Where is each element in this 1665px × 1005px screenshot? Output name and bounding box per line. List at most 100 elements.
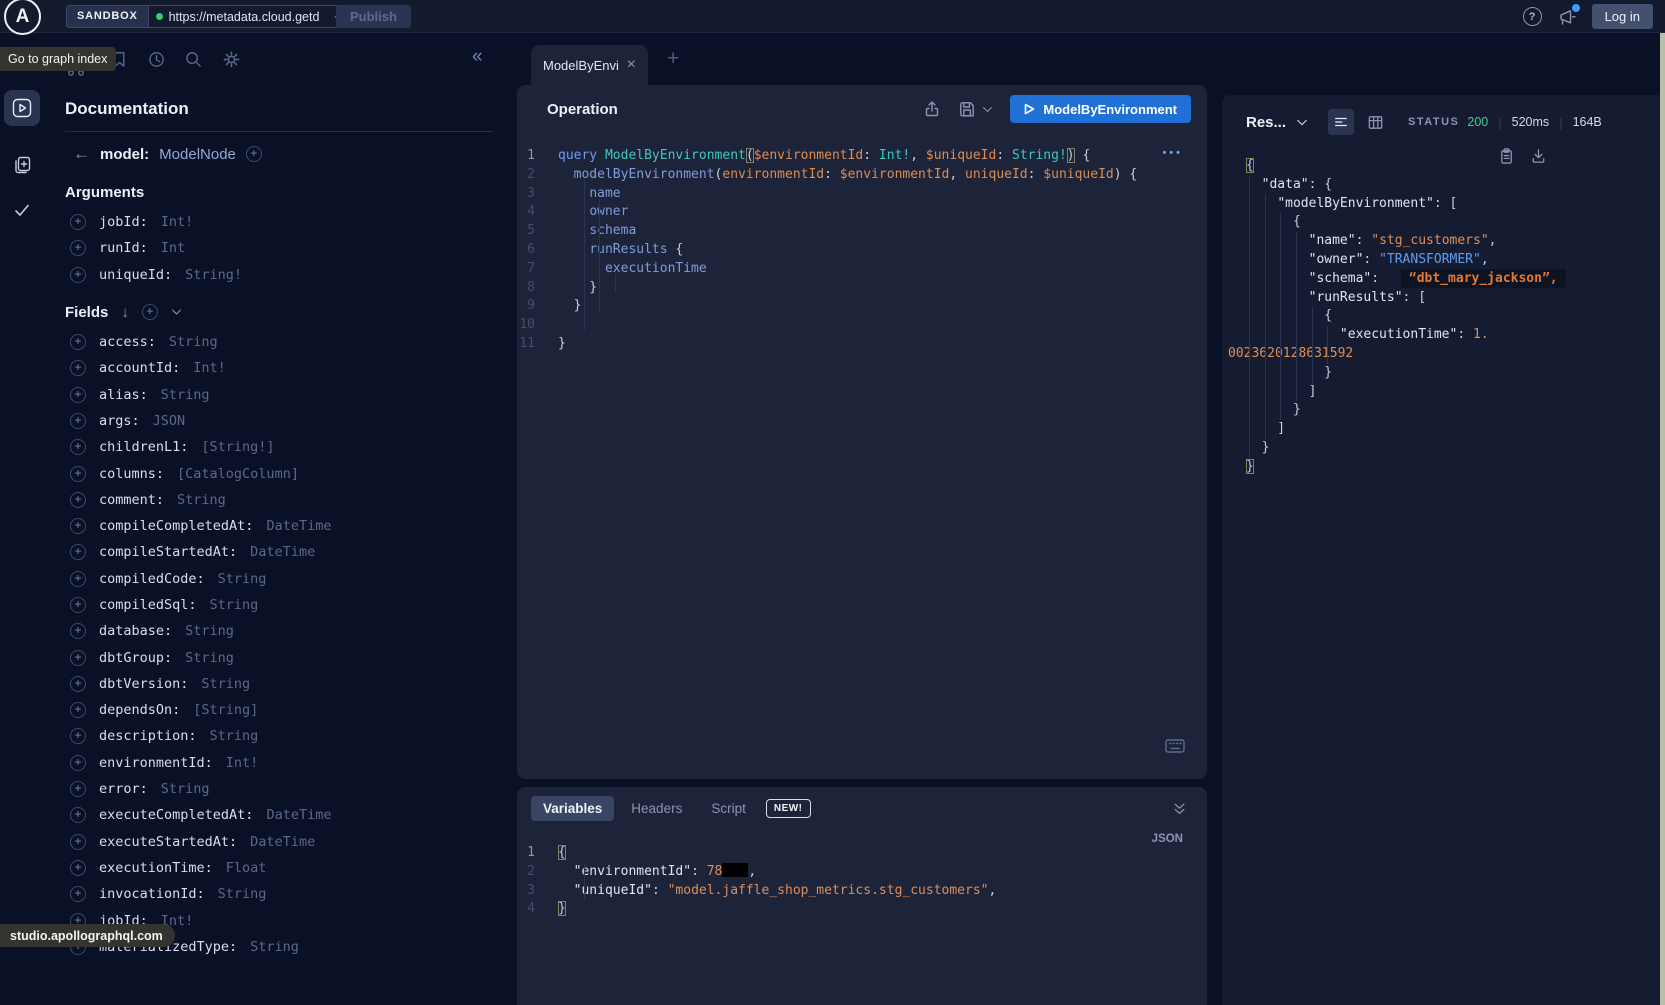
endpoint-url-input[interactable]: https://metadata.cloud.getd (149, 6, 362, 27)
code-line[interactable]: "modelByEnvironment": [ (1228, 195, 1655, 214)
code-line[interactable]: 0023620128631592 (1228, 345, 1655, 364)
add-field-icon[interactable]: + (70, 650, 86, 666)
add-field-icon[interactable]: + (70, 597, 86, 613)
field-name[interactable]: accountId: (99, 360, 180, 376)
code-line[interactable]: 8 } (517, 279, 1207, 298)
field-type[interactable]: String (185, 650, 234, 666)
add-field-icon[interactable]: + (70, 267, 86, 283)
code-line[interactable]: 6 runResults { (517, 241, 1207, 260)
code-line[interactable]: "name": "stg_customers", (1228, 232, 1655, 251)
field-name[interactable]: runId: (99, 240, 148, 256)
sort-fields-icon[interactable]: ↓ (121, 304, 129, 321)
code-line[interactable]: 1{ (517, 844, 1207, 863)
help-icon[interactable]: ? (1523, 7, 1542, 26)
add-all-fields-icon[interactable]: + (142, 304, 158, 320)
code-line[interactable]: 1query ModelByEnvironment($environmentId… (517, 147, 1207, 166)
tab-headers[interactable]: Headers (619, 796, 694, 821)
history-icon[interactable] (147, 50, 166, 69)
field-name[interactable]: childrenL1: (99, 439, 188, 455)
response-view-text-toggle[interactable] (1328, 109, 1354, 135)
operation-code-editor[interactable]: 1query ModelByEnvironment($environmentId… (517, 147, 1207, 354)
add-field-icon[interactable]: + (70, 571, 86, 587)
field-name[interactable]: compileCompletedAt: (99, 518, 253, 534)
field-type[interactable]: String (201, 676, 250, 692)
add-field-icon[interactable]: + (70, 702, 86, 718)
field-type[interactable]: [String] (193, 702, 258, 718)
field-type[interactable]: Int (161, 240, 185, 256)
code-line[interactable]: { (1228, 307, 1655, 326)
code-line[interactable]: } (1228, 401, 1655, 420)
code-line[interactable]: 9 } (517, 297, 1207, 316)
field-type[interactable]: Float (226, 860, 267, 876)
add-field-icon[interactable]: + (70, 728, 86, 744)
field-type[interactable]: Int! (226, 755, 259, 771)
operation-menu-ellipsis[interactable]: ••• (1162, 147, 1183, 159)
field-name[interactable]: compiledCode: (99, 571, 205, 587)
add-field-icon[interactable]: + (70, 413, 86, 429)
code-line[interactable]: } (1228, 458, 1655, 477)
field-type[interactable]: [String!] (201, 439, 274, 455)
field-type[interactable]: String (177, 492, 226, 508)
sidebar-item-operations[interactable] (4, 90, 40, 126)
field-type[interactable]: String! (185, 267, 242, 283)
code-line[interactable]: 10 (517, 316, 1207, 335)
tab-script[interactable]: Script (699, 796, 758, 821)
field-type[interactable]: String (218, 886, 267, 902)
code-line[interactable]: ] (1228, 420, 1655, 439)
publish-button[interactable]: Publish (336, 5, 411, 28)
collapse-panel-icon[interactable]: « (472, 46, 483, 68)
field-type[interactable]: String (210, 597, 259, 613)
code-line[interactable]: 11} (517, 335, 1207, 354)
field-name[interactable]: access: (99, 334, 156, 350)
share-icon[interactable] (923, 100, 941, 118)
login-button[interactable]: Log in (1592, 4, 1653, 29)
window-edge-scrollbar[interactable] (1660, 33, 1665, 1005)
table-view-icon[interactable] (1367, 114, 1384, 131)
code-line[interactable]: "schema": “dbt_mary_jackson”, (1228, 270, 1655, 289)
field-name[interactable]: args: (99, 413, 140, 429)
field-name[interactable]: environmentId: (99, 755, 213, 771)
add-field-icon[interactable]: + (70, 439, 86, 455)
add-field-icon[interactable]: + (70, 334, 86, 350)
add-field-icon[interactable]: + (70, 214, 86, 230)
add-field-icon[interactable]: + (70, 755, 86, 771)
field-name[interactable]: executionTime: (99, 860, 213, 876)
keyboard-shortcuts-icon[interactable] (1165, 739, 1185, 753)
add-field-icon[interactable]: + (70, 886, 86, 902)
field-name[interactable]: error: (99, 781, 148, 797)
code-line[interactable]: } (1228, 439, 1655, 458)
code-line[interactable]: "runResults": [ (1228, 289, 1655, 308)
field-name[interactable]: comment: (99, 492, 164, 508)
field-name[interactable]: executeStartedAt: (99, 834, 237, 850)
field-type[interactable]: [CatalogColumn] (177, 466, 299, 482)
sidebar-item-schema[interactable] (12, 155, 32, 175)
add-field-icon[interactable]: + (70, 860, 86, 876)
announcements-megaphone-icon[interactable] (1557, 7, 1577, 27)
field-name[interactable]: invocationId: (99, 886, 205, 902)
add-field-icon[interactable]: + (70, 240, 86, 256)
endpoint-url-text[interactable]: https://metadata.cloud.getd (169, 10, 327, 24)
field-type[interactable]: String (161, 387, 210, 403)
search-icon[interactable] (184, 50, 203, 69)
code-line[interactable]: 4} (517, 900, 1207, 919)
field-name[interactable]: uniqueId: (99, 267, 172, 283)
add-field-to-query-icon[interactable]: + (246, 146, 262, 162)
field-type[interactable]: DateTime (250, 544, 315, 560)
field-type[interactable]: String (169, 334, 218, 350)
variables-code-editor[interactable]: 1{2 "environmentId": 78,3 "uniqueId": "m… (517, 844, 1207, 919)
add-field-icon[interactable]: + (70, 492, 86, 508)
add-field-icon[interactable]: + (70, 466, 86, 482)
code-line[interactable]: "executionTime": 1. (1228, 326, 1655, 345)
add-field-icon[interactable]: + (70, 781, 86, 797)
add-field-icon[interactable]: + (70, 623, 86, 639)
back-arrow-icon[interactable]: ← (73, 144, 90, 164)
add-field-icon[interactable]: + (70, 387, 86, 403)
field-name[interactable]: executeCompletedAt: (99, 807, 253, 823)
field-name[interactable]: compileStartedAt: (99, 544, 237, 560)
field-name[interactable]: dbtGroup: (99, 650, 172, 666)
tab-modelbyenvironment[interactable]: ModelByEnvi... × (531, 45, 648, 85)
field-name[interactable]: columns: (99, 466, 164, 482)
field-type[interactable]: DateTime (266, 807, 331, 823)
settings-gear-icon[interactable] (222, 50, 241, 69)
add-field-icon[interactable]: + (70, 807, 86, 823)
